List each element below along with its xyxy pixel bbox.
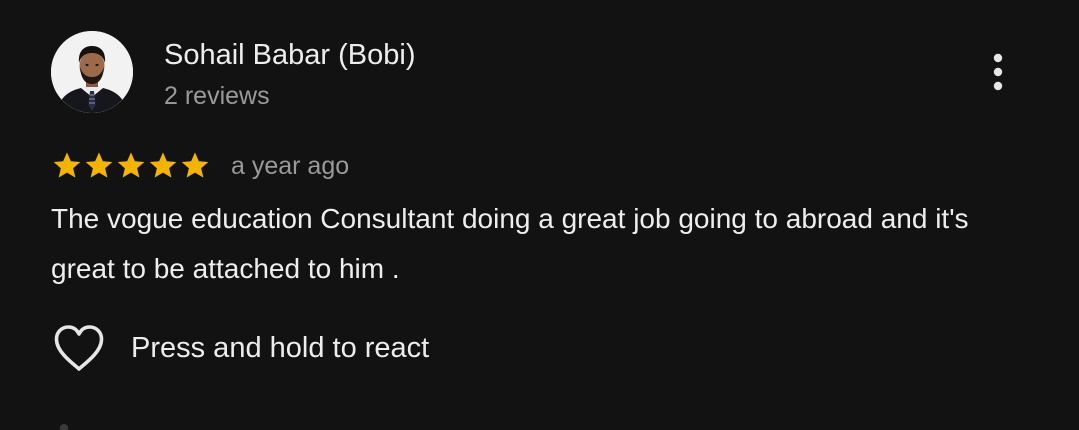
- star-icon: [117, 152, 145, 178]
- reviewer-avatar[interactable]: [51, 31, 133, 113]
- profile-photo-icon: [51, 31, 133, 113]
- react-label: Press and hold to react: [131, 332, 430, 364]
- more-vertical-icon: [993, 53, 1003, 91]
- star-icon: [53, 152, 81, 178]
- star-icon: [149, 152, 177, 178]
- review-date: a year ago: [231, 152, 350, 180]
- more-options-button[interactable]: [978, 48, 1018, 96]
- star-icon: [181, 152, 209, 178]
- review-card: Sohail Babar (Bobi) 2 reviews a year ago…: [0, 0, 1079, 430]
- star-icon: [85, 152, 113, 178]
- heart-outline-icon: [54, 325, 104, 371]
- reviewer-name[interactable]: Sohail Babar (Bobi): [164, 36, 415, 74]
- rating-row: a year ago: [51, 148, 349, 184]
- next-item-edge: [60, 424, 68, 430]
- review-text: The vogue education Consultant doing a g…: [51, 203, 969, 284]
- react-button[interactable]: Press and hold to react: [51, 322, 429, 374]
- star-rating: [51, 150, 211, 182]
- reviewer-review-count: 2 reviews: [164, 82, 270, 110]
